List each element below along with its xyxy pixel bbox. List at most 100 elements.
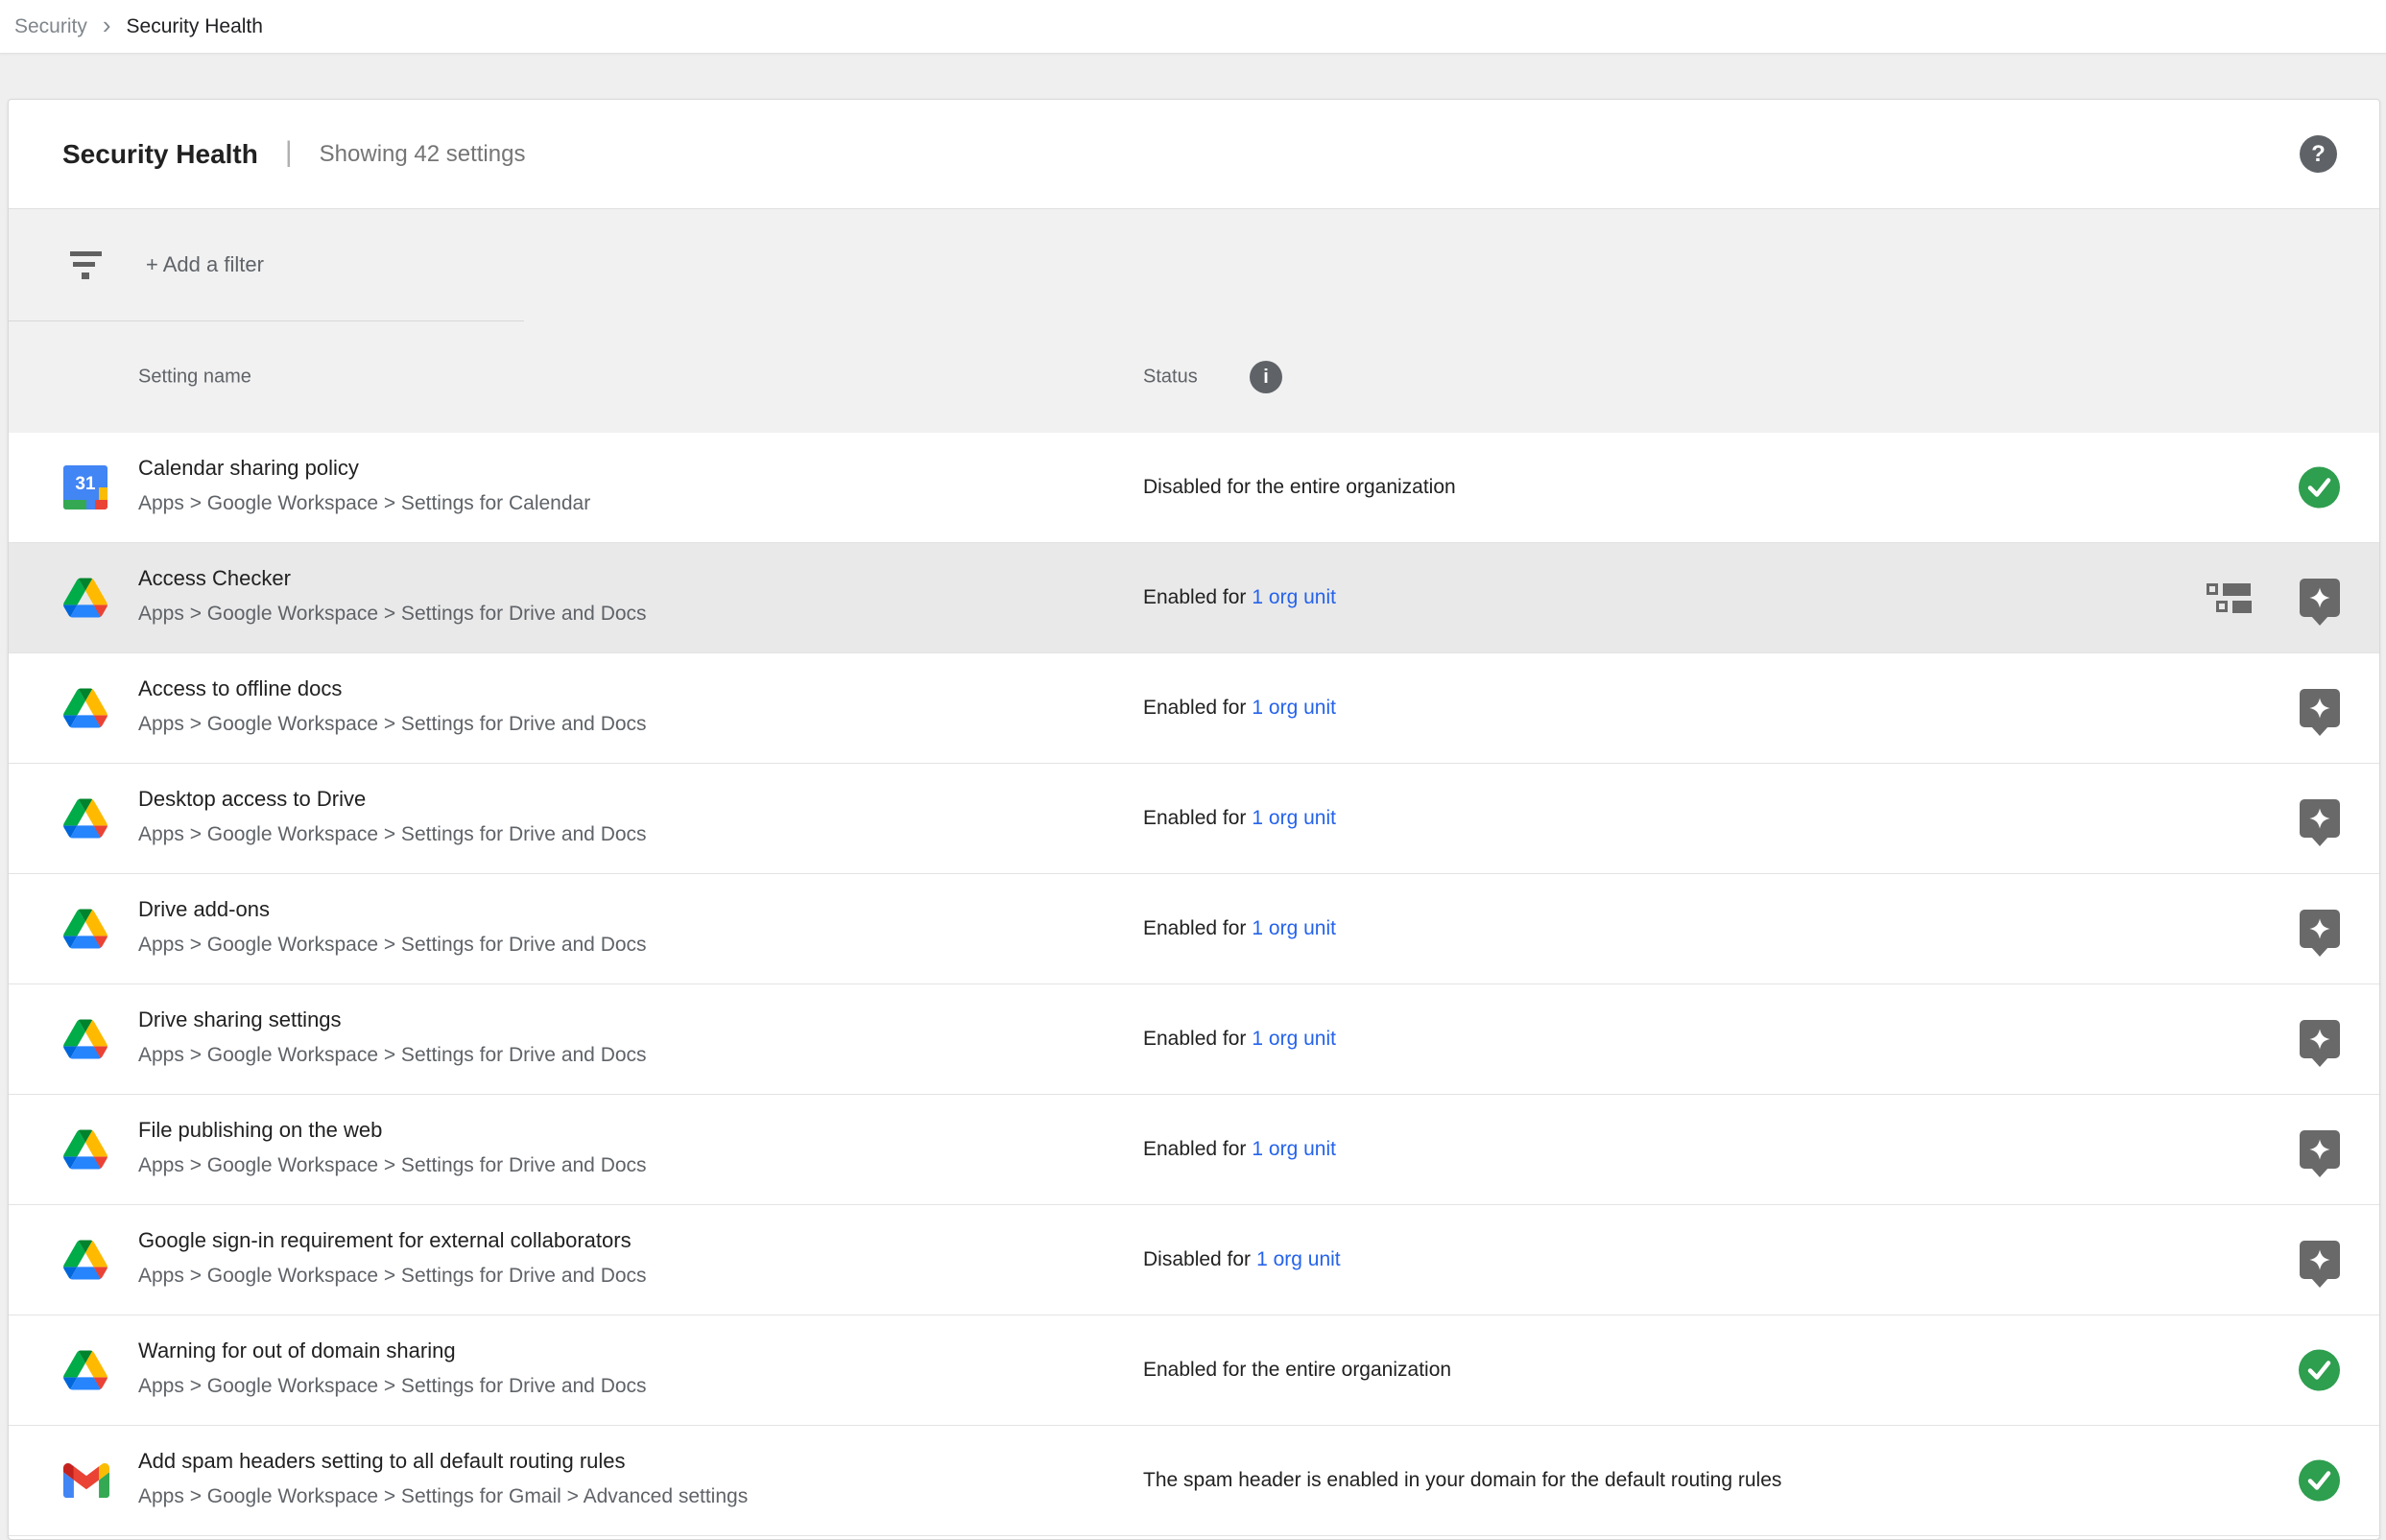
setting-row[interactable]: Warning for out of domain sharing Apps >…	[9, 1315, 2379, 1426]
trailing-icons	[2300, 1241, 2340, 1279]
trailing-icons	[2299, 467, 2340, 509]
setting-title: Add spam headers setting to all default …	[138, 1449, 626, 1474]
recommendation-flag-icon[interactable]	[2300, 910, 2340, 948]
breadcrumb-item-security[interactable]: Security	[14, 15, 87, 38]
setting-row[interactable]: Access Checker Apps > Google Workspace >…	[9, 543, 2379, 653]
card-header: Security Health | Showing 42 settings ?	[9, 100, 2379, 208]
org-unit-link[interactable]: 1 org unit	[1252, 586, 1336, 608]
setting-title: Drive add-ons	[138, 897, 270, 922]
status-text: Enabled for	[1143, 586, 1246, 608]
setting-row[interactable]: Drive add-ons Apps > Google Workspace > …	[9, 874, 2379, 984]
recommendation-flag-icon[interactable]	[2300, 579, 2340, 617]
settings-count: Showing 42 settings	[320, 141, 526, 168]
setting-row[interactable]: 31 Calendar sharing policy Apps > Google…	[9, 433, 2379, 543]
drive-icon	[63, 689, 107, 728]
setting-row[interactable]: Drive sharing settings Apps > Google Wor…	[9, 984, 2379, 1095]
status-ok-icon	[2299, 1460, 2340, 1502]
recommendation-flag-icon[interactable]	[2300, 1130, 2340, 1169]
calendar-icon: 31	[63, 465, 107, 509]
status-text: Enabled for	[1143, 1028, 1246, 1050]
setting-row[interactable]: File publishing on the web Apps > Google…	[9, 1095, 2379, 1205]
setting-path: Apps > Google Workspace > Settings for D…	[138, 1154, 647, 1177]
info-icon[interactable]: i	[1250, 361, 1282, 393]
recommendation-flag-icon[interactable]	[2300, 1020, 2340, 1058]
drive-icon	[63, 799, 107, 839]
setting-title: Google sign-in requirement for external …	[138, 1228, 632, 1253]
setting-path: Apps > Google Workspace > Settings for D…	[138, 1265, 647, 1288]
drive-icon	[63, 1241, 107, 1280]
setting-title: Drive sharing settings	[138, 1007, 342, 1032]
org-unit-link[interactable]: 1 org unit	[1252, 697, 1336, 719]
chevron-right-icon: ›	[103, 12, 111, 37]
status-ok-icon	[2299, 467, 2340, 509]
status-text: Enabled for the entire organization	[1143, 1359, 1451, 1381]
setting-path: Apps > Google Workspace > Settings for D…	[138, 1375, 647, 1398]
drive-icon	[63, 1020, 107, 1059]
recommendation-flag-icon[interactable]	[2300, 1241, 2340, 1279]
column-header-status: Status	[1143, 367, 1198, 389]
status-text: The spam header is enabled in your domai…	[1143, 1469, 1781, 1491]
trailing-icons	[2207, 579, 2340, 617]
setting-title: Access to offline docs	[138, 676, 342, 701]
setting-row[interactable]: Add spam headers setting to all default …	[9, 1426, 2379, 1536]
title-separator: |	[285, 136, 293, 169]
org-unit-link[interactable]: 1 org unit	[1252, 1138, 1336, 1160]
setting-status: The spam header is enabled in your domai…	[1143, 1469, 1781, 1492]
recommendation-flag-icon[interactable]	[2300, 799, 2340, 838]
setting-status: Disabled for the entire organization	[1143, 476, 1456, 499]
setting-path: Apps > Google Workspace > Settings for D…	[138, 603, 647, 626]
trailing-icons	[2299, 1460, 2340, 1502]
breadcrumb-item-security-health: Security Health	[127, 15, 263, 38]
setting-title: File publishing on the web	[138, 1118, 382, 1143]
setting-path: Apps > Google Workspace > Settings for C…	[138, 492, 590, 515]
org-unit-link[interactable]: 1 org unit	[1252, 1028, 1336, 1050]
filter-and-header-section: + Add a filter Setting name Status i	[9, 208, 2379, 433]
org-unit-link[interactable]: 1 org unit	[1252, 917, 1336, 939]
drive-icon	[63, 1130, 107, 1170]
help-question-icon[interactable]: ?	[2300, 135, 2337, 173]
setting-row[interactable]: Access to offline docs Apps > Google Wor…	[9, 653, 2379, 764]
org-unit-link[interactable]: 1 org unit	[1256, 1248, 1341, 1270]
setting-path: Apps > Google Workspace > Settings for D…	[138, 713, 647, 736]
security-health-card: Security Health | Showing 42 settings ? …	[8, 99, 2380, 1540]
org-unit-link[interactable]: 1 org unit	[1252, 807, 1336, 829]
recommendation-flag-icon[interactable]	[2300, 689, 2340, 727]
filter-icon[interactable]	[70, 251, 102, 279]
status-text: Disabled for the entire organization	[1143, 476, 1456, 498]
status-text: Enabled for	[1143, 807, 1246, 829]
drive-icon	[63, 579, 107, 618]
trailing-icons	[2300, 1020, 2340, 1058]
setting-status: Enabled for 1 org unit	[1143, 917, 1336, 940]
trailing-icons	[2300, 910, 2340, 948]
setting-status: Enabled for the entire organization	[1143, 1359, 1451, 1382]
settings-table-body: 31 Calendar sharing policy Apps > Google…	[9, 433, 2379, 1536]
setting-path: Apps > Google Workspace > Settings for D…	[138, 823, 647, 846]
gmail-icon	[63, 1463, 109, 1498]
add-filter-button[interactable]: + Add a filter	[146, 252, 264, 277]
setting-status: Enabled for 1 org unit	[1143, 1028, 1336, 1051]
table-header: Setting name Status i	[9, 321, 2379, 433]
setting-title: Calendar sharing policy	[138, 456, 359, 481]
setting-status: Enabled for 1 org unit	[1143, 586, 1336, 609]
inheritance-icon	[2207, 583, 2252, 613]
status-ok-icon	[2299, 1350, 2340, 1391]
trailing-icons	[2300, 1130, 2340, 1169]
setting-row[interactable]: Desktop access to Drive Apps > Google Wo…	[9, 764, 2379, 874]
status-text: Enabled for	[1143, 697, 1246, 719]
setting-title: Access Checker	[138, 566, 291, 591]
setting-path: Apps > Google Workspace > Settings for D…	[138, 934, 647, 957]
setting-path: Apps > Google Workspace > Settings for G…	[138, 1485, 748, 1508]
trailing-icons	[2300, 689, 2340, 727]
filter-row: + Add a filter	[9, 209, 2379, 320]
status-text: Enabled for	[1143, 917, 1246, 939]
setting-status: Disabled for1 org unit	[1143, 1248, 1341, 1271]
drive-icon	[63, 1351, 107, 1390]
page-title: Security Health	[62, 139, 258, 170]
trailing-icons	[2299, 1350, 2340, 1391]
column-header-setting-name: Setting name	[138, 367, 251, 389]
trailing-icons	[2300, 799, 2340, 838]
setting-row[interactable]: Google sign-in requirement for external …	[9, 1205, 2379, 1315]
breadcrumb: Security › Security Health	[0, 0, 2386, 54]
setting-path: Apps > Google Workspace > Settings for D…	[138, 1044, 647, 1067]
setting-status: Enabled for 1 org unit	[1143, 697, 1336, 720]
